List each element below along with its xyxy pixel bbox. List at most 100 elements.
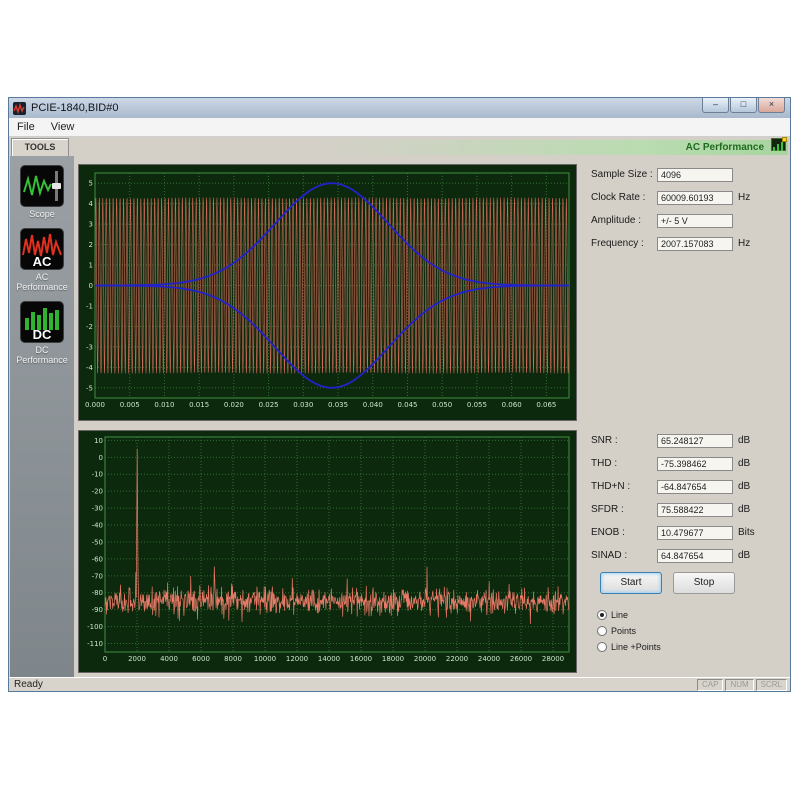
svg-text:0.060: 0.060 [502,401,522,409]
thd-label: THD : [591,457,617,471]
svg-text:5: 5 [89,180,93,188]
caps-lock-indicator: CAP [697,679,723,691]
svg-text:0.025: 0.025 [259,401,279,409]
radio-label: Line [611,610,628,620]
svg-text:8000: 8000 [224,655,242,663]
svg-text:-80: -80 [92,589,103,597]
svg-text:0: 0 [89,282,93,290]
time-domain-chart: 0.0000.0050.0100.0150.0200.0250.0300.035… [78,164,577,421]
svg-text:-90: -90 [92,606,103,614]
sinad-unit: dB [738,549,750,563]
svg-text:-2: -2 [86,323,93,331]
title-bar[interactable]: PCIE-1840,BID#0 – □ × [9,98,790,118]
frequency-label: Frequency : [591,237,644,251]
svg-text:2000: 2000 [128,655,146,663]
clock-rate-unit: Hz [738,191,750,205]
fft-spectrum-chart: 0200040006000800010000120001400016000180… [78,430,577,673]
radio-line-points[interactable]: Line +Points [597,642,661,652]
svg-text:-70: -70 [92,572,103,580]
radio-dot-icon [597,626,607,636]
svg-text:-5: -5 [86,384,93,392]
radio-line[interactable]: Line [597,610,628,620]
svg-text:20000: 20000 [414,655,436,663]
svg-text:0.045: 0.045 [397,401,417,409]
status-indicators: CAP NUM SCRL [695,679,787,691]
svg-text:0.055: 0.055 [467,401,487,409]
svg-text:3: 3 [89,221,93,229]
ac-performance-icon: AC [20,228,64,270]
ac-performance-header-icon [771,138,786,151]
clock-rate-field[interactable]: 60009.60193 [657,191,733,205]
header-marker-icon [782,137,787,142]
svg-text:1: 1 [89,262,93,270]
menu-view[interactable]: View [43,119,83,135]
menu-file[interactable]: File [9,119,43,135]
page-title: AC Performance [686,142,764,153]
dc-icon-text: DC [21,327,63,342]
scroll-lock-indicator: SCRL [756,679,787,691]
snr-value: 65.248127 [657,434,733,448]
enob-unit: Bits [738,526,755,540]
frequency-field[interactable]: 2007.157083 [657,237,733,251]
stop-button[interactable]: Stop [673,572,735,594]
svg-text:2: 2 [89,241,93,249]
page-background: PCIE-1840,BID#0 – □ × File View TOOLS AC… [0,0,800,800]
svg-text:-10: -10 [92,471,103,479]
svg-text:0: 0 [103,655,107,663]
sidebar-item-dc-performance[interactable]: DC DC Performance [10,301,74,365]
sinad-value: 64.847654 [657,549,733,563]
app-window: PCIE-1840,BID#0 – □ × File View TOOLS AC… [8,97,791,692]
svg-text:0.035: 0.035 [328,401,348,409]
status-text: Ready [14,679,43,690]
radio-dot-icon [597,610,607,620]
sidebar-item-label: AC Performance [10,272,74,292]
svg-text:-110: -110 [87,640,103,648]
snr-unit: dB [738,434,750,448]
minimize-button[interactable]: – [702,98,729,113]
section-header: AC Performance [73,140,788,155]
sfdr-unit: dB [738,503,750,517]
sfdr-label: SFDR : [591,503,624,517]
radio-label: Line +Points [611,642,661,652]
svg-text:16000: 16000 [350,655,372,663]
status-bar: Ready CAP NUM SCRL [9,677,790,691]
close-button[interactable]: × [758,98,785,113]
radio-points[interactable]: Points [597,626,636,636]
svg-text:24000: 24000 [478,655,500,663]
svg-text:0.065: 0.065 [536,401,556,409]
svg-text:4: 4 [89,200,94,208]
amplitude-label: Amplitude : [591,214,641,228]
amplitude-field[interactable]: +/- 5 V [657,214,733,228]
sample-size-label: Sample Size : [591,168,653,182]
svg-text:-20: -20 [92,488,103,496]
svg-text:-4: -4 [86,364,94,372]
radio-dot-icon [597,642,607,652]
start-button[interactable]: Start [600,572,662,594]
svg-text:-40: -40 [92,522,103,530]
maximize-button[interactable]: □ [730,98,757,113]
svg-text:0.050: 0.050 [432,401,452,409]
svg-text:14000: 14000 [318,655,340,663]
thd-value: -75.398462 [657,457,733,471]
thdn-value: -64.847654 [657,480,733,494]
svg-text:-50: -50 [92,538,103,546]
window-controls: – □ × [701,98,785,113]
svg-text:28000: 28000 [542,655,564,663]
tab-row: TOOLS AC Performance [9,137,790,156]
sidebar-item-ac-performance[interactable]: AC AC Performance [10,228,74,292]
app-icon [13,102,26,115]
radio-label: Points [611,626,636,636]
sidebar-item-scope[interactable]: Scope [10,165,74,219]
svg-text:-100: -100 [87,623,103,631]
svg-text:-30: -30 [92,505,103,513]
svg-text:12000: 12000 [286,655,308,663]
enob-label: ENOB : [591,526,625,540]
tools-tab[interactable]: TOOLS [11,138,69,156]
svg-text:-3: -3 [86,343,93,351]
window-title: PCIE-1840,BID#0 [31,102,118,114]
menu-bar: File View [9,118,790,137]
frequency-unit: Hz [738,237,750,251]
num-lock-indicator: NUM [725,679,753,691]
sfdr-value: 75.588422 [657,503,733,517]
sample-size-field[interactable]: 4096 [657,168,733,182]
